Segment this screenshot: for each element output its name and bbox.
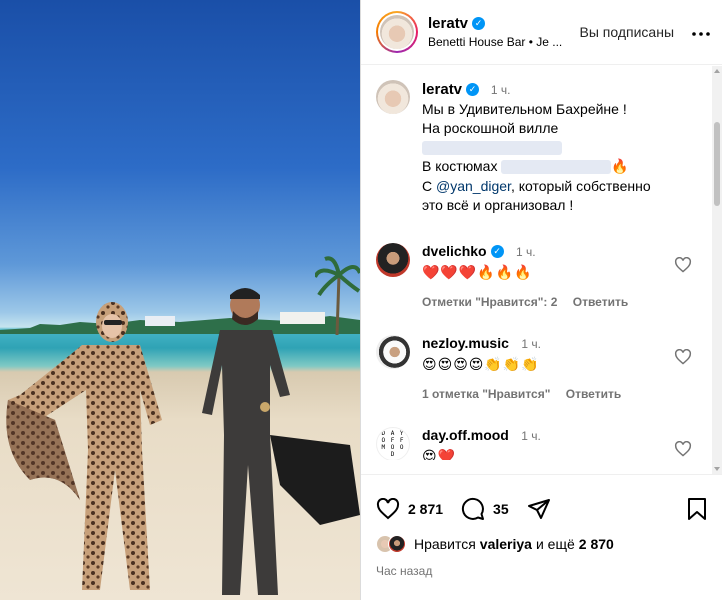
caption-line-3: В костюмах: [422, 158, 498, 174]
author-username[interactable]: leratv: [428, 15, 468, 32]
comment-username[interactable]: dvelichko: [422, 243, 487, 259]
comment-avatar[interactable]: [376, 243, 410, 277]
caption-line-5: это всё и организовал !: [422, 197, 574, 213]
like-comment-heart-icon[interactable]: [674, 257, 692, 273]
comment-username[interactable]: day.off.mood: [422, 427, 509, 443]
story-ring-avatar[interactable]: [376, 11, 418, 53]
send-paper-plane-icon[interactable]: [527, 498, 551, 520]
comments-count[interactable]: 35: [493, 501, 509, 517]
more-options-icon[interactable]: [692, 23, 710, 41]
comment-bubble-icon[interactable]: [461, 497, 485, 521]
woman-leopard-outfit-graphic: [6, 302, 162, 590]
caption-author-avatar[interactable]: [376, 80, 410, 114]
comment-text: 😍😍😍😍👏👏👏: [422, 357, 540, 373]
bookmark-icon[interactable]: [687, 497, 707, 521]
comment-likes-link[interactable]: Отметки "Нравится": 2: [422, 295, 557, 309]
blurred-text-placeholder: [501, 160, 612, 175]
comment-time[interactable]: 1 ч.: [516, 245, 536, 259]
verified-badge-icon: ✓: [490, 244, 504, 258]
comment-item: dvelichko ✓ 1 ч. ❤️❤️❤️🔥🔥🔥 Отметки "Нрав…: [361, 243, 722, 309]
heart-icon[interactable]: [376, 498, 400, 520]
scroll-down-arrow-icon[interactable]: [714, 467, 720, 471]
likes-count[interactable]: 2 871: [408, 501, 443, 517]
man-dark-outfit-graphic: [202, 288, 360, 595]
like-comment-heart-icon[interactable]: [674, 349, 692, 365]
comment-username[interactable]: nezloy.music: [422, 335, 509, 351]
following-status-button[interactable]: Вы подписаны: [580, 24, 675, 40]
avatar[interactable]: [380, 15, 414, 49]
comment-time[interactable]: 1 ч.: [521, 429, 541, 443]
verified-badge-icon: ✓: [472, 17, 486, 30]
liked-by-row: Нравится valeriya и ещё 2 870: [361, 535, 722, 553]
post-caption: leratv ✓ 1 ч. Мы в Удивительном Бахрейне…: [361, 66, 722, 215]
post-location[interactable]: Benetti House Bar • Je ...: [428, 35, 580, 49]
comment-item: D A Y O F F M O O D day.off.mood 1 ч. 😍❤…: [361, 427, 722, 460]
caption-line-2: На роскошной вилле: [422, 120, 559, 136]
caption-time[interactable]: 1 ч.: [491, 83, 511, 97]
post-details-panel: leratv ✓ Benetti House Bar • Je ... Вы п…: [360, 0, 722, 600]
comment-action[interactable]: 35: [461, 497, 509, 521]
caption-username[interactable]: leratv: [422, 80, 462, 99]
post-actions: 2 871 35 Нравится valeriya и ещё 2 870 Ч…: [361, 474, 722, 600]
reply-button[interactable]: Ответить: [566, 387, 621, 401]
like-action[interactable]: 2 871: [376, 498, 443, 520]
liked-by-user-link[interactable]: valeriya: [480, 536, 532, 552]
comment-text: ❤️❤️❤️🔥🔥🔥: [422, 265, 533, 281]
like-comment-heart-icon[interactable]: [674, 441, 692, 457]
comment-likes-link[interactable]: 1 отметка "Нравится": [422, 387, 550, 401]
caption-line-4-prefix: С: [422, 178, 433, 194]
liked-by-others-link[interactable]: 2 870: [579, 536, 614, 552]
reply-button[interactable]: Ответить: [573, 295, 628, 309]
liker-avatar[interactable]: [388, 535, 406, 553]
comment-item: nezloy.music 1 ч. 😍😍😍😍👏👏👏 1 отметка "Нра…: [361, 335, 722, 401]
comment-text: 😍❤️: [422, 449, 457, 460]
posted-time[interactable]: Час назад: [361, 564, 722, 578]
blurred-text-placeholder: [422, 141, 562, 156]
comment-time[interactable]: 1 ч.: [521, 337, 541, 351]
comment-avatar[interactable]: D A Y O F F M O O D: [376, 427, 410, 460]
comments-scroll-area: leratv ✓ 1 ч. Мы в Удивительном Бахрейне…: [361, 66, 722, 460]
verified-badge-icon: ✓: [466, 83, 480, 96]
caption-line-1: Мы в Удивительном Бахрейне !: [422, 101, 627, 117]
liked-by-prefix: Нравится: [414, 536, 476, 552]
post-header: leratv ✓ Benetti House Bar • Je ... Вы п…: [361, 0, 722, 65]
comment-avatar[interactable]: [376, 335, 410, 369]
post-media-video[interactable]: [0, 0, 360, 600]
share-action[interactable]: [527, 498, 559, 520]
fire-emoji: 🔥: [611, 159, 629, 175]
caption-line-4-suffix: , который собственно: [510, 178, 651, 194]
mention-link[interactable]: @yan_diger: [436, 178, 511, 194]
liked-by-and: и ещё: [535, 536, 575, 552]
